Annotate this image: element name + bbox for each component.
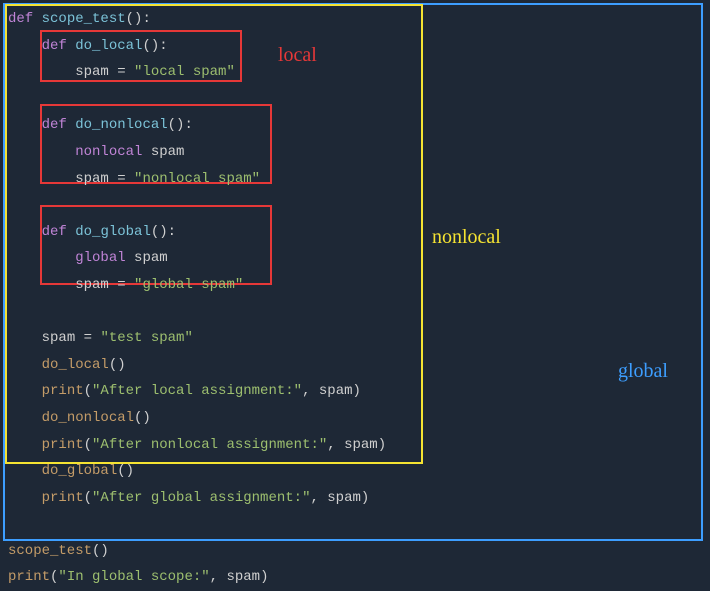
function-name: scope_test	[42, 11, 126, 27]
function-call: do_nonlocal	[42, 410, 134, 426]
keyword-def: def	[42, 224, 67, 240]
string-literal: "nonlocal spam"	[134, 171, 260, 187]
string-literal: "local spam"	[134, 64, 235, 80]
operator: =	[84, 330, 92, 346]
comma: ,	[210, 569, 227, 585]
string-literal: "global spam"	[134, 277, 243, 293]
operator: =	[117, 171, 125, 187]
function-call: do_local	[42, 357, 109, 373]
string-literal: "test spam"	[100, 330, 192, 346]
operator: =	[117, 277, 125, 293]
keyword-nonlocal: nonlocal	[75, 144, 142, 160]
variable: spam	[344, 437, 378, 453]
variable: spam	[75, 171, 109, 187]
variable: spam	[75, 64, 109, 80]
string-literal: "After global assignment:"	[92, 490, 310, 506]
diagram-container: local nonlocal global def scope_test(): …	[0, 0, 710, 546]
keyword-global: global	[75, 250, 125, 266]
operator: =	[117, 64, 125, 80]
comma: ,	[302, 383, 319, 399]
variable: spam	[226, 569, 260, 585]
variable: spam	[327, 490, 361, 506]
label-global: global	[618, 352, 668, 390]
variable: spam	[42, 330, 76, 346]
comma: ,	[310, 490, 327, 506]
function-call: scope_test	[8, 543, 92, 559]
string-literal: "In global scope:"	[58, 569, 209, 585]
print-call: print	[42, 437, 84, 453]
string-literal: "After nonlocal assignment:"	[92, 437, 327, 453]
comma: ,	[327, 437, 344, 453]
variable: spam	[319, 383, 353, 399]
print-call: print	[8, 569, 50, 585]
keyword-def: def	[42, 117, 67, 133]
function-name: do_global	[75, 224, 151, 240]
string-literal: "After local assignment:"	[92, 383, 302, 399]
print-call: print	[42, 383, 84, 399]
variable: spam	[151, 144, 185, 160]
variable: spam	[75, 277, 109, 293]
function-name: do_local	[75, 38, 142, 54]
function-name: do_nonlocal	[75, 117, 167, 133]
print-call: print	[42, 490, 84, 506]
code-block: def scope_test(): def do_local(): spam =…	[8, 6, 386, 591]
keyword-def: def	[8, 11, 33, 27]
label-nonlocal: nonlocal	[432, 218, 501, 256]
keyword-def: def	[42, 38, 67, 54]
variable: spam	[134, 250, 168, 266]
function-call: do_global	[42, 463, 118, 479]
